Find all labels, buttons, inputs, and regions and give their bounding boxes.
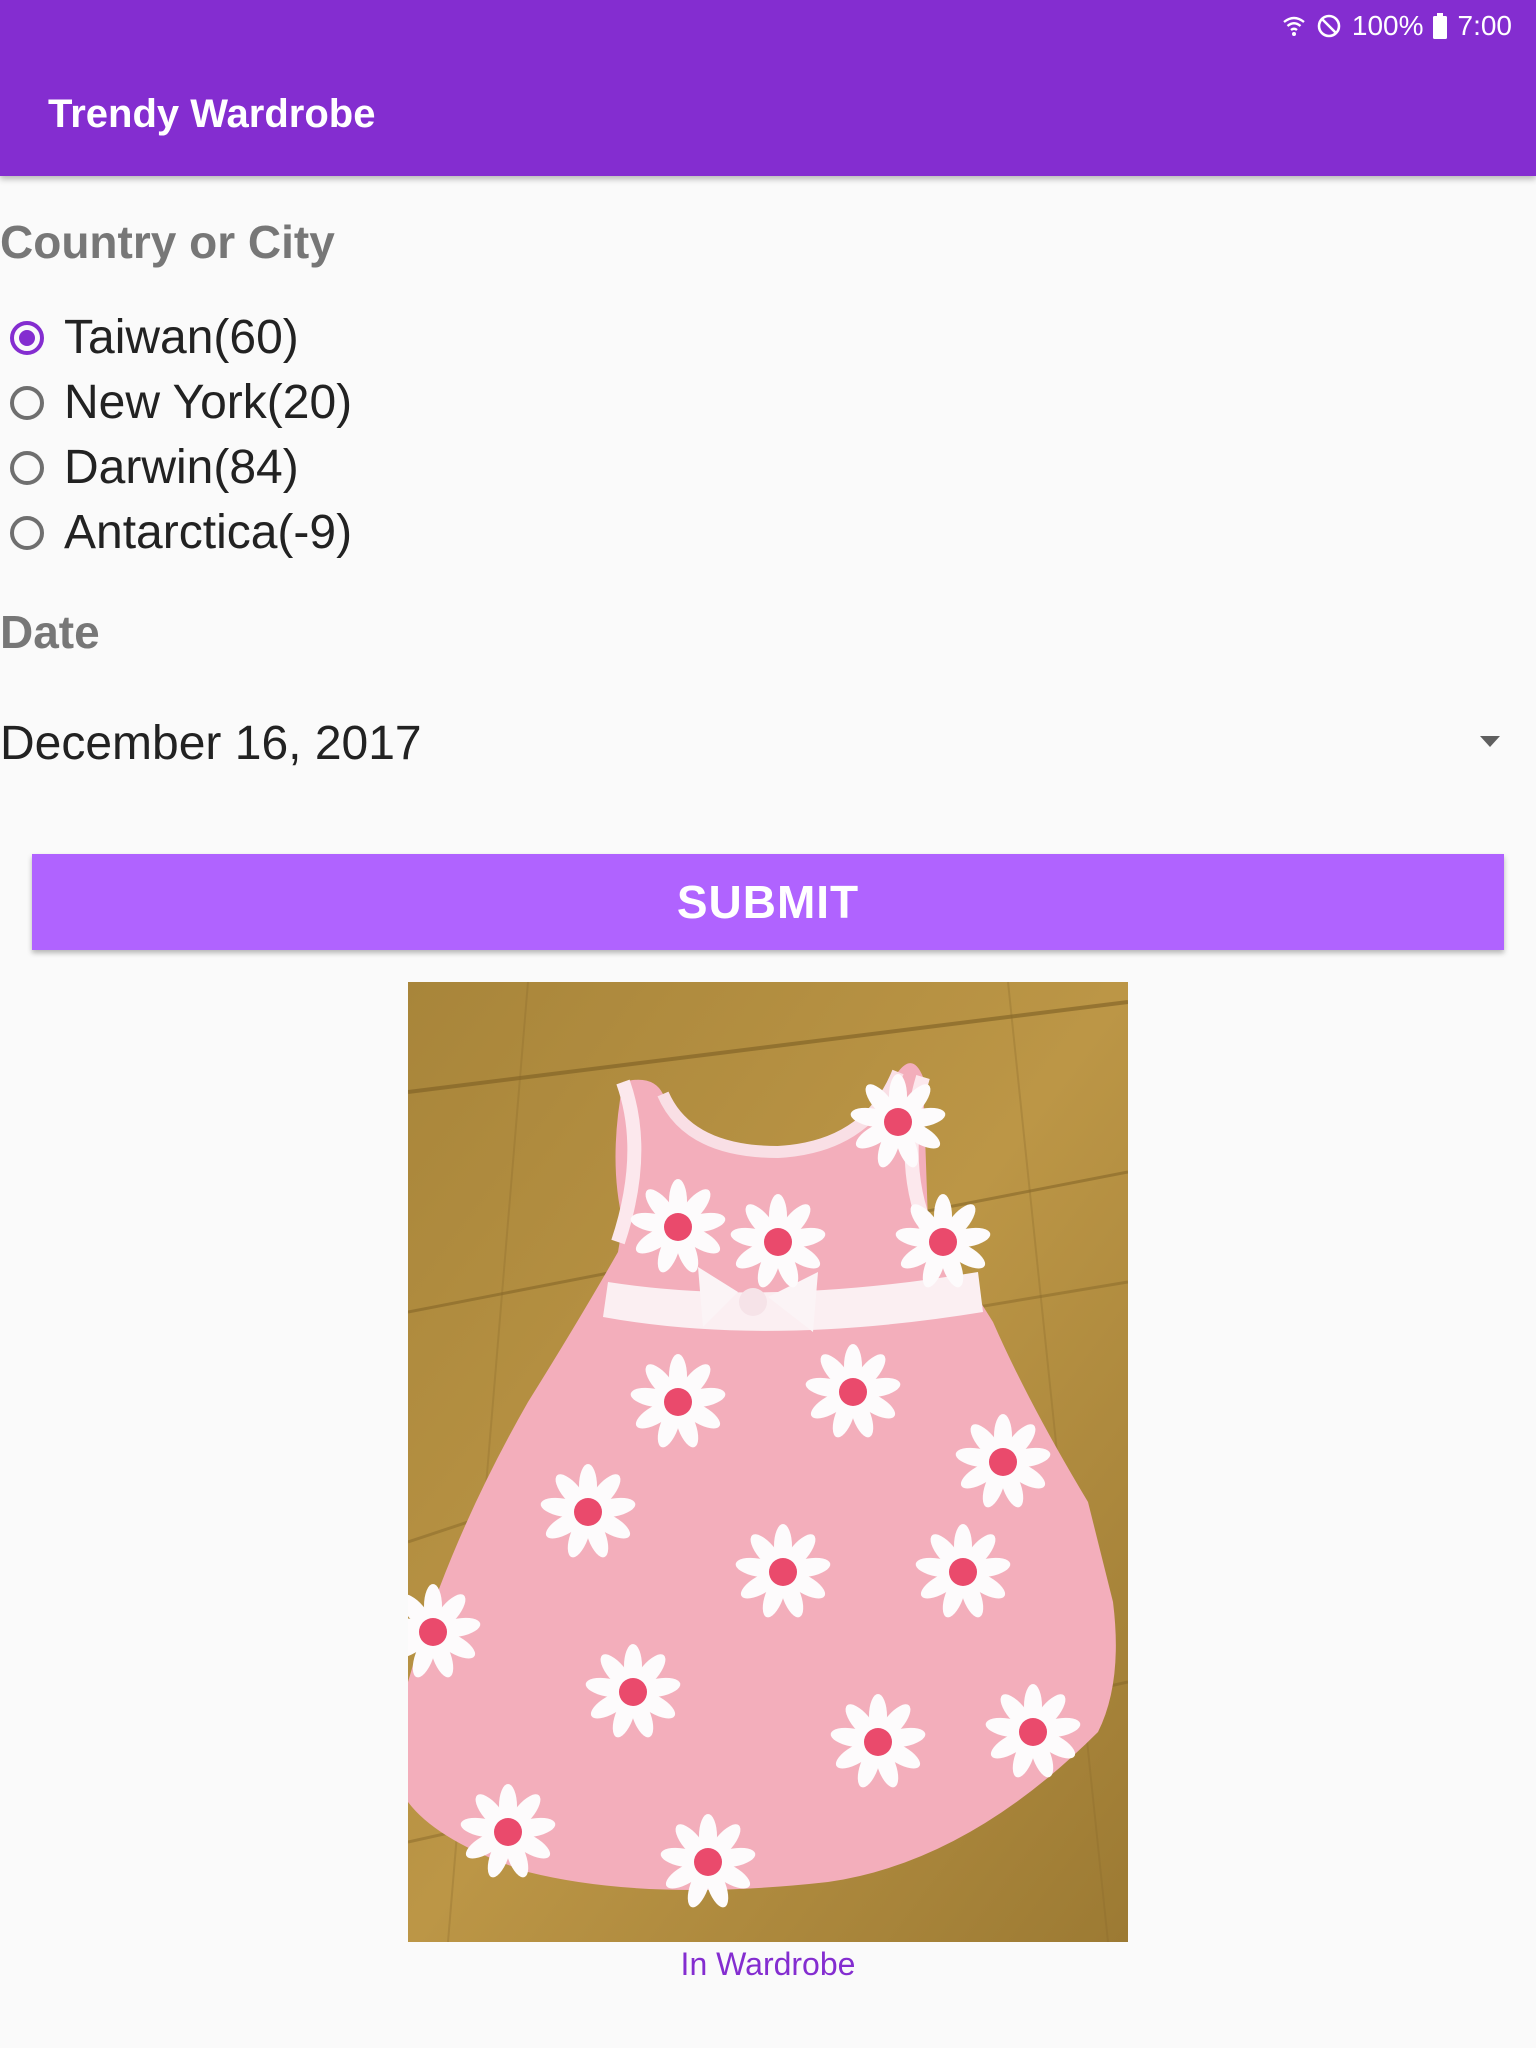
- photo-caption: In Wardrobe: [680, 1946, 856, 1982]
- country-city-label: Country or City: [0, 216, 335, 268]
- status-bar: 100% 7:00: [1282, 10, 1520, 42]
- radio-option-new-york[interactable]: New York(20): [10, 373, 352, 433]
- radio-button[interactable]: [10, 516, 44, 550]
- radio-button[interactable]: [10, 451, 44, 485]
- radio-option-antarctica[interactable]: Antarctica(-9): [10, 503, 352, 563]
- radio-label: Taiwan(60): [64, 311, 299, 364]
- date-value: December 16, 2017: [0, 717, 422, 770]
- battery-percent: 100%: [1351, 10, 1424, 41]
- app-bar: 100% 7:00 Trendy Wardrobe: [0, 0, 1536, 176]
- app-title: Trendy Wardrobe: [48, 92, 376, 136]
- radio-label: Antarctica(-9): [64, 506, 353, 559]
- battery-icon: [1432, 13, 1448, 39]
- do-not-disturb-icon: [1316, 13, 1342, 39]
- radio-option-darwin[interactable]: Darwin(84): [10, 438, 299, 498]
- wifi-icon: [1282, 13, 1306, 39]
- date-label: Date: [0, 606, 100, 658]
- clock: 7:00: [1457, 10, 1513, 41]
- dress-image: [408, 982, 1128, 1942]
- submit-button[interactable]: SUBMIT: [32, 854, 1504, 950]
- radio-option-taiwan[interactable]: Taiwan(60): [10, 308, 299, 368]
- date-dropdown[interactable]: December 16, 2017: [0, 706, 1520, 782]
- dropdown-arrow-icon[interactable]: [1480, 736, 1500, 747]
- radio-label: New York(20): [64, 376, 353, 429]
- radio-button-selected[interactable]: [10, 321, 44, 355]
- radio-label: Darwin(84): [64, 441, 299, 494]
- outfit-photo: [408, 982, 1128, 1942]
- radio-button[interactable]: [10, 386, 44, 420]
